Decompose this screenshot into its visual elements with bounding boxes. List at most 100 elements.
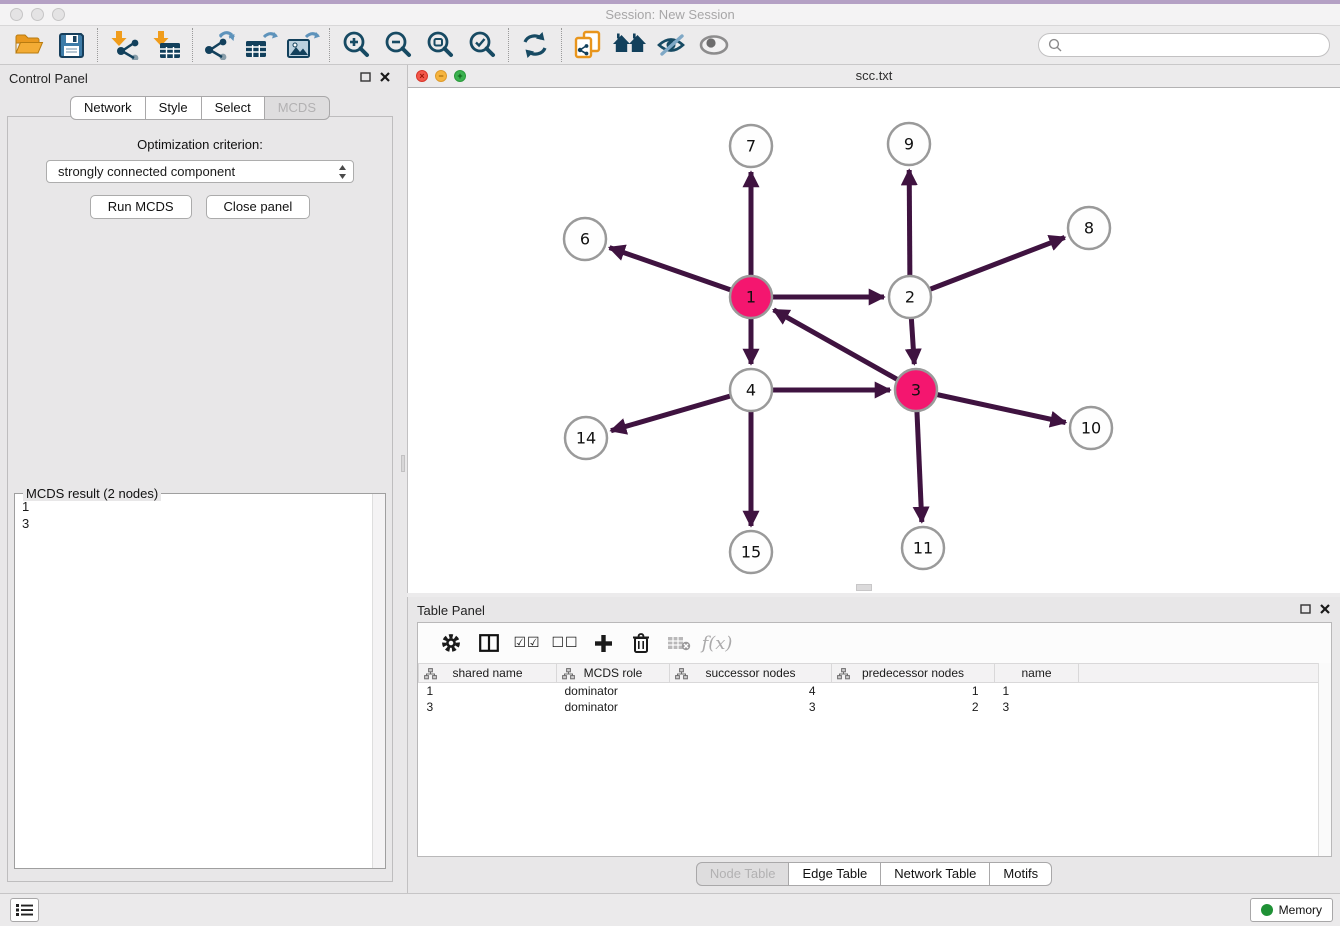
cell-MCDS-role[interactable]: dominator	[557, 699, 670, 715]
search-input[interactable]	[1038, 33, 1330, 57]
add-column-icon[interactable]	[584, 626, 622, 660]
cell-predecessor-nodes[interactable]: 1	[832, 683, 995, 699]
node-3[interactable]: 3	[895, 369, 937, 411]
tab-network[interactable]: Network	[70, 96, 146, 120]
splitter-grip[interactable]	[401, 455, 405, 472]
show-hidden-eye-icon[interactable]	[693, 27, 735, 63]
tab-node-table[interactable]: Node Table	[696, 862, 790, 886]
export-table-icon[interactable]	[240, 27, 282, 63]
canvas-bottom-grip[interactable]	[856, 584, 872, 591]
cell-successor-nodes[interactable]: 3	[670, 699, 832, 715]
node-4[interactable]: 4	[730, 369, 772, 411]
tab-select[interactable]: Select	[201, 96, 265, 120]
close-panel-icon[interactable]	[1320, 604, 1330, 614]
node-1[interactable]: 1	[730, 276, 772, 318]
node-7[interactable]: 7	[730, 125, 772, 167]
zoom-selected-icon[interactable]	[461, 27, 503, 63]
table-row[interactable]: 3dominator323	[419, 699, 1331, 715]
status-bar: Memory	[0, 893, 1340, 926]
run-mcds-button[interactable]: Run MCDS	[90, 195, 192, 219]
node-10[interactable]: 10	[1070, 407, 1112, 449]
memory-label: Memory	[1279, 903, 1322, 917]
node-6[interactable]: 6	[564, 218, 606, 260]
save-session-icon[interactable]	[50, 27, 92, 63]
settings-gear-icon[interactable]	[432, 626, 470, 660]
cell-successor-nodes[interactable]: 4	[670, 683, 832, 699]
clone-network-icon[interactable]	[567, 27, 609, 63]
table-scrollbar[interactable]	[1318, 663, 1331, 856]
float-panel-icon[interactable]	[360, 72, 371, 82]
edge-1-6[interactable]	[610, 248, 752, 297]
column-header-name[interactable]: name	[995, 664, 1079, 683]
cell-predecessor-nodes[interactable]: 2	[832, 699, 995, 715]
import-network-icon[interactable]	[103, 27, 145, 63]
table-row[interactable]: 1dominator411	[419, 683, 1331, 699]
cell-name[interactable]: 3	[995, 699, 1079, 715]
node-11[interactable]: 11	[902, 527, 944, 569]
close-panel-icon[interactable]	[380, 72, 390, 82]
cell-name[interactable]: 1	[995, 683, 1079, 699]
cell-MCDS-role[interactable]: dominator	[557, 683, 670, 699]
edge-3-1[interactable]	[774, 310, 916, 390]
column-header-predecessor-nodes[interactable]: predecessor nodes	[832, 664, 995, 683]
node-2[interactable]: 2	[889, 276, 931, 318]
node-14[interactable]: 14	[565, 417, 607, 459]
main-toolbar	[0, 26, 1340, 65]
network-graph[interactable]: 7 9 6 8 1 2 4 3 14 10 15 11	[408, 88, 1340, 592]
toolbar-separator	[561, 28, 562, 62]
delete-column-icon[interactable]	[622, 626, 660, 660]
tab-network-table[interactable]: Network Table	[880, 862, 990, 886]
zoom-fit-icon[interactable]	[419, 27, 461, 63]
node-15[interactable]: 15	[730, 531, 772, 573]
import-table-icon[interactable]	[145, 27, 187, 63]
tab-mcds[interactable]: MCDS	[264, 96, 330, 120]
criterion-dropdown[interactable]: strongly connected component	[46, 160, 354, 183]
home-icon[interactable]	[609, 27, 651, 63]
open-session-icon[interactable]	[8, 27, 50, 63]
column-namespace-icon	[562, 668, 575, 680]
refresh-icon[interactable]	[514, 27, 556, 63]
vertical-splitter[interactable]	[400, 65, 407, 893]
network-canvas[interactable]: 7 9 6 8 1 2 4 3 14 10 15 11	[408, 88, 1340, 592]
column-namespace-icon	[424, 668, 437, 680]
table-toolbar: ☑☑ ☐☐	[418, 623, 1331, 663]
cell-shared-name[interactable]: 1	[419, 683, 557, 699]
export-network-icon[interactable]	[198, 27, 240, 63]
table-panel-tabs: Node TableEdge TableNetwork TableMotifs	[408, 862, 1340, 886]
column-header-filler	[1079, 664, 1331, 683]
close-panel-button[interactable]: Close panel	[206, 195, 311, 219]
svg-text:10: 10	[1081, 419, 1101, 438]
select-all-icon[interactable]: ☑☑	[508, 626, 546, 660]
export-image-icon[interactable]	[282, 27, 324, 63]
column-namespace-icon	[675, 668, 688, 680]
tab-motifs[interactable]: Motifs	[989, 862, 1052, 886]
column-header-successor-nodes[interactable]: successor nodes	[670, 664, 832, 683]
cell-filler	[1079, 699, 1331, 715]
node-8[interactable]: 8	[1068, 207, 1110, 249]
column-header-shared-name[interactable]: shared name	[419, 664, 557, 683]
column-header-MCDS-role[interactable]: MCDS role	[557, 664, 670, 683]
application-window: { "window": { "title": "Session: New Ses…	[0, 0, 1340, 926]
cell-shared-name[interactable]: 3	[419, 699, 557, 715]
delete-table-icon[interactable]	[660, 626, 698, 660]
split-panel-icon[interactable]	[470, 626, 508, 660]
task-history-button[interactable]	[10, 898, 39, 922]
memory-button[interactable]: Memory	[1250, 898, 1333, 922]
mcds-result-scrollbar[interactable]	[372, 494, 385, 868]
tab-style[interactable]: Style	[145, 96, 202, 120]
column-namespace-icon	[837, 668, 850, 680]
zoom-in-icon[interactable]	[335, 27, 377, 63]
table-header-row[interactable]: shared nameMCDS rolesuccessor nodesprede…	[419, 664, 1331, 683]
zoom-out-icon[interactable]	[377, 27, 419, 63]
toolbar-separator	[508, 28, 509, 62]
deselect-all-icon[interactable]: ☐☐	[546, 626, 584, 660]
node-9[interactable]: 9	[888, 123, 930, 165]
hide-selected-eye-icon[interactable]	[651, 27, 693, 63]
control-panel-title: Control Panel	[9, 71, 88, 86]
edge-3-10[interactable]	[916, 390, 1066, 423]
tab-edge-table[interactable]: Edge Table	[788, 862, 881, 886]
mcds-result-list[interactable]: 13	[15, 496, 372, 868]
float-panel-icon[interactable]	[1300, 604, 1311, 614]
function-builder-icon[interactable]: f(x)	[698, 626, 736, 660]
edge-2-8[interactable]	[910, 237, 1065, 297]
